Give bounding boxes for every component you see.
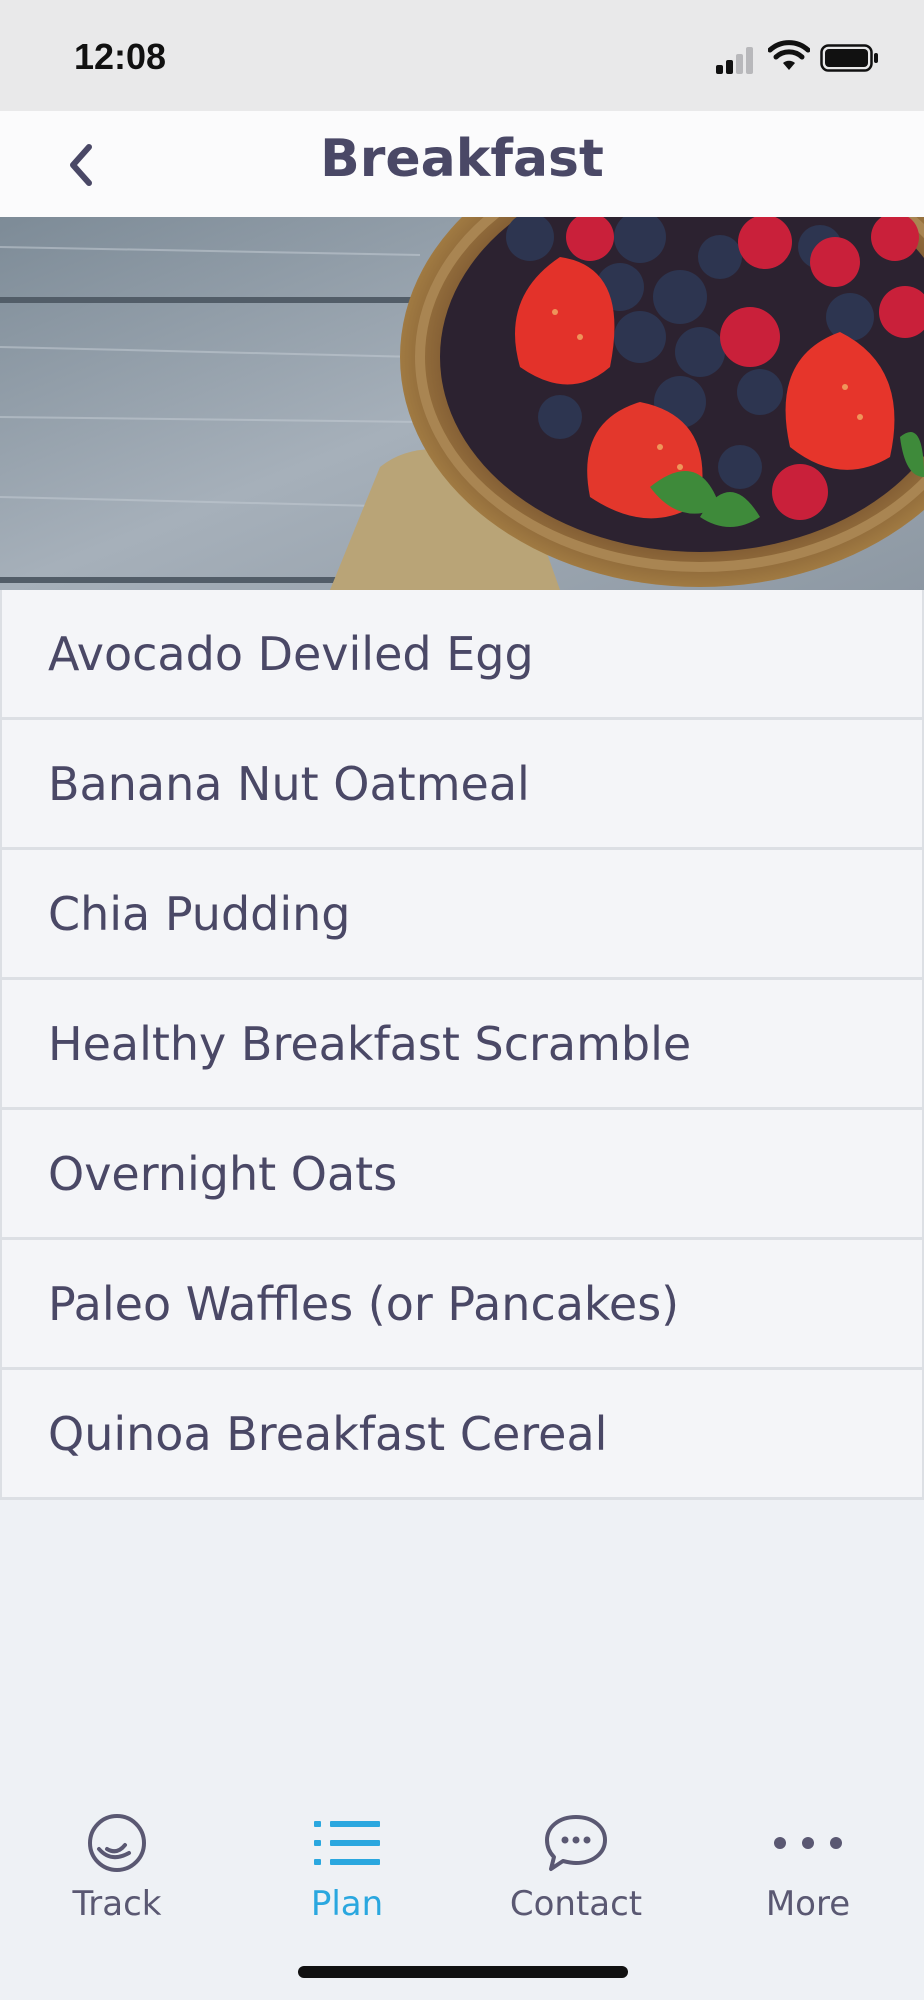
list-item[interactable]: Banana Nut Oatmeal [0, 720, 924, 850]
list-item[interactable]: Quinoa Breakfast Cereal [0, 1370, 924, 1500]
list-item-label: Quinoa Breakfast Cereal [48, 1406, 608, 1461]
list-item-label: Banana Nut Oatmeal [48, 756, 530, 811]
nav-bar: Breakfast [0, 111, 924, 217]
list-item[interactable]: Overnight Oats [0, 1110, 924, 1240]
more-dots-icon [774, 1837, 842, 1849]
recipe-list: Avocado Deviled Egg Banana Nut Oatmeal C… [0, 590, 924, 1500]
status-time: 12:08 [74, 36, 167, 77]
list-icon [314, 1821, 380, 1865]
list-item[interactable]: Chia Pudding [0, 850, 924, 980]
list-item-label: Avocado Deviled Egg [48, 626, 534, 681]
tab-label: More [765, 1884, 851, 1924]
list-item-label: Healthy Breakfast Scramble [48, 1016, 692, 1071]
battery-icon [820, 44, 878, 72]
chat-bubble-icon [545, 1815, 607, 1871]
tab-label: Track [72, 1884, 162, 1924]
tab-more[interactable]: More [718, 1810, 898, 1930]
wifi-icon [768, 40, 810, 70]
tab-label: Contact [509, 1884, 643, 1924]
page-title: Breakfast [320, 129, 604, 189]
list-item[interactable]: Healthy Breakfast Scramble [0, 980, 924, 1110]
list-item[interactable]: Avocado Deviled Egg [0, 590, 924, 720]
tab-track[interactable]: Track [27, 1810, 207, 1930]
tab-contact[interactable]: Contact [486, 1810, 666, 1930]
cellular-signal-icon [716, 44, 756, 74]
tab-label: Plan [310, 1884, 384, 1924]
tab-plan[interactable]: Plan [257, 1810, 437, 1930]
track-icon [88, 1814, 146, 1872]
list-item-label: Overnight Oats [48, 1146, 398, 1201]
list-item-label: Paleo Waffles (or Pancakes) [48, 1276, 680, 1331]
list-item-label: Chia Pudding [48, 886, 351, 941]
hero-image [0, 217, 924, 590]
list-item[interactable]: Paleo Waffles (or Pancakes) [0, 1240, 924, 1370]
home-indicator [298, 1966, 628, 1978]
screen: 12:08 Breakfast Avocado Deviled Egg Bana… [0, 0, 924, 2000]
status-bar: 12:08 [0, 0, 924, 111]
